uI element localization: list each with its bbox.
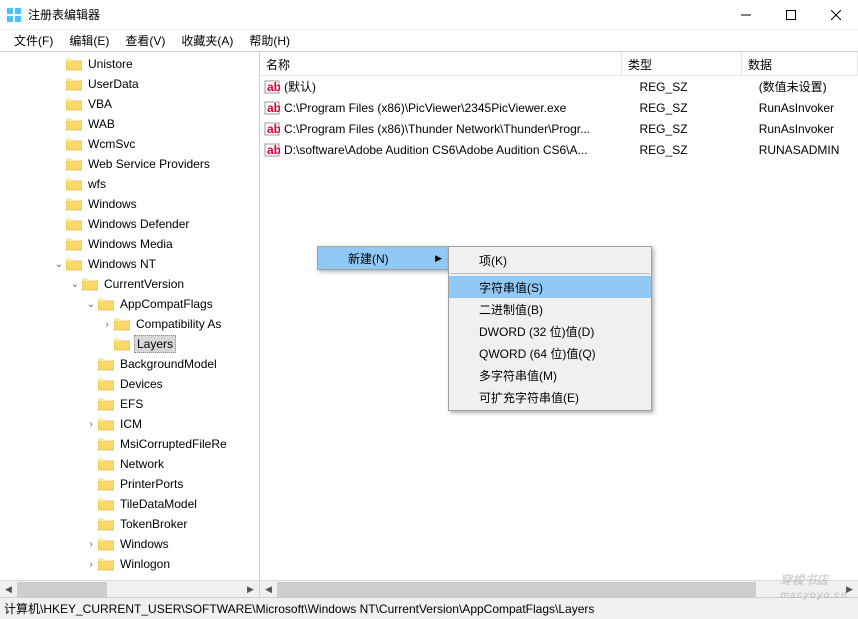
maximize-button[interactable]: [768, 0, 813, 30]
submenu-key[interactable]: 项(K): [449, 249, 651, 271]
tree-item[interactable]: Layers: [0, 334, 259, 354]
tree-item[interactable]: TokenBroker: [0, 514, 259, 534]
tree-item[interactable]: TileDataModel: [0, 494, 259, 514]
svg-text:ab: ab: [267, 122, 280, 136]
list-hscroll[interactable]: ◀ ▶: [260, 580, 858, 597]
menu-file[interactable]: 文件(F): [6, 30, 61, 51]
tree-item[interactable]: Unistore: [0, 54, 259, 74]
tree-item[interactable]: Windows Media: [0, 234, 259, 254]
svg-text:ab: ab: [267, 143, 280, 157]
tree-item[interactable]: ⌄AppCompatFlags: [0, 294, 259, 314]
close-button[interactable]: [813, 0, 858, 30]
submenu-dword[interactable]: DWORD (32 位)值(D): [449, 320, 651, 342]
tree-item[interactable]: ›Compatibility As: [0, 314, 259, 334]
context-menu: 新建(N)▶: [317, 246, 449, 270]
tree-item[interactable]: Windows Defender: [0, 214, 259, 234]
menu-edit[interactable]: 编辑(E): [61, 30, 117, 51]
menu-fav[interactable]: 收藏夹(A): [173, 30, 241, 51]
tree-item[interactable]: ⌄Windows NT: [0, 254, 259, 274]
tree-item[interactable]: Windows: [0, 194, 259, 214]
value-row[interactable]: abC:\Program Files (x86)\PicViewer\2345P…: [260, 97, 858, 118]
value-row[interactable]: ab(默认)REG_SZ(数值未设置): [260, 76, 858, 97]
tree-item[interactable]: PrinterPorts: [0, 474, 259, 494]
value-row[interactable]: abC:\Program Files (x86)\Thunder Network…: [260, 118, 858, 139]
submenu-new: 项(K) 字符串值(S) 二进制值(B) DWORD (32 位)值(D) QW…: [448, 246, 652, 411]
titlebar: 注册表编辑器: [0, 0, 858, 30]
tree-item[interactable]: wfs: [0, 174, 259, 194]
tree-item[interactable]: VBA: [0, 94, 259, 114]
tree-hscroll[interactable]: ◀ ▶: [0, 580, 259, 597]
submenu-expand[interactable]: 可扩充字符串值(E): [449, 386, 651, 408]
value-row[interactable]: abD:\software\Adobe Audition CS6\Adobe A…: [260, 139, 858, 160]
tree-item[interactable]: WAB: [0, 114, 259, 134]
tree-item[interactable]: ›ICM: [0, 414, 259, 434]
minimize-button[interactable]: [723, 0, 768, 30]
submenu-binary[interactable]: 二进制值(B): [449, 298, 651, 320]
tree-item[interactable]: ›Winlogon: [0, 554, 259, 574]
tree-pane: UnistoreUserDataVBAWABWcmSvcWeb Service …: [0, 52, 260, 597]
tree-item[interactable]: ›Windows: [0, 534, 259, 554]
submenu-qword[interactable]: QWORD (64 位)值(Q): [449, 342, 651, 364]
list-header: 名称 类型 数据: [260, 52, 858, 76]
tree-item[interactable]: MsiCorruptedFileRe: [0, 434, 259, 454]
col-data[interactable]: 数据: [742, 52, 858, 75]
svg-text:ab: ab: [267, 80, 280, 94]
tree-item[interactable]: Network: [0, 454, 259, 474]
tree-item[interactable]: WcmSvc: [0, 134, 259, 154]
tree-item[interactable]: EFS: [0, 394, 259, 414]
col-type[interactable]: 类型: [622, 52, 742, 75]
tree-item[interactable]: Web Service Providers: [0, 154, 259, 174]
app-icon: [6, 7, 22, 23]
tree-item[interactable]: ⌄CurrentVersion: [0, 274, 259, 294]
menubar: 文件(F) 编辑(E) 查看(V) 收藏夹(A) 帮助(H): [0, 30, 858, 52]
svg-text:ab: ab: [267, 101, 280, 115]
submenu-multi[interactable]: 多字符串值(M): [449, 364, 651, 386]
status-path: 计算机\HKEY_CURRENT_USER\SOFTWARE\Microsoft…: [4, 600, 594, 617]
tree-item[interactable]: Devices: [0, 374, 259, 394]
submenu-string[interactable]: 字符串值(S): [449, 276, 651, 298]
col-name[interactable]: 名称: [260, 52, 622, 75]
tree-item[interactable]: UserData: [0, 74, 259, 94]
menu-view[interactable]: 查看(V): [117, 30, 173, 51]
window-title: 注册表编辑器: [28, 6, 723, 23]
tree-item[interactable]: BackgroundModel: [0, 354, 259, 374]
statusbar: 计算机\HKEY_CURRENT_USER\SOFTWARE\Microsoft…: [0, 597, 858, 619]
menu-new[interactable]: 新建(N)▶: [318, 247, 448, 269]
menu-help[interactable]: 帮助(H): [241, 30, 298, 51]
